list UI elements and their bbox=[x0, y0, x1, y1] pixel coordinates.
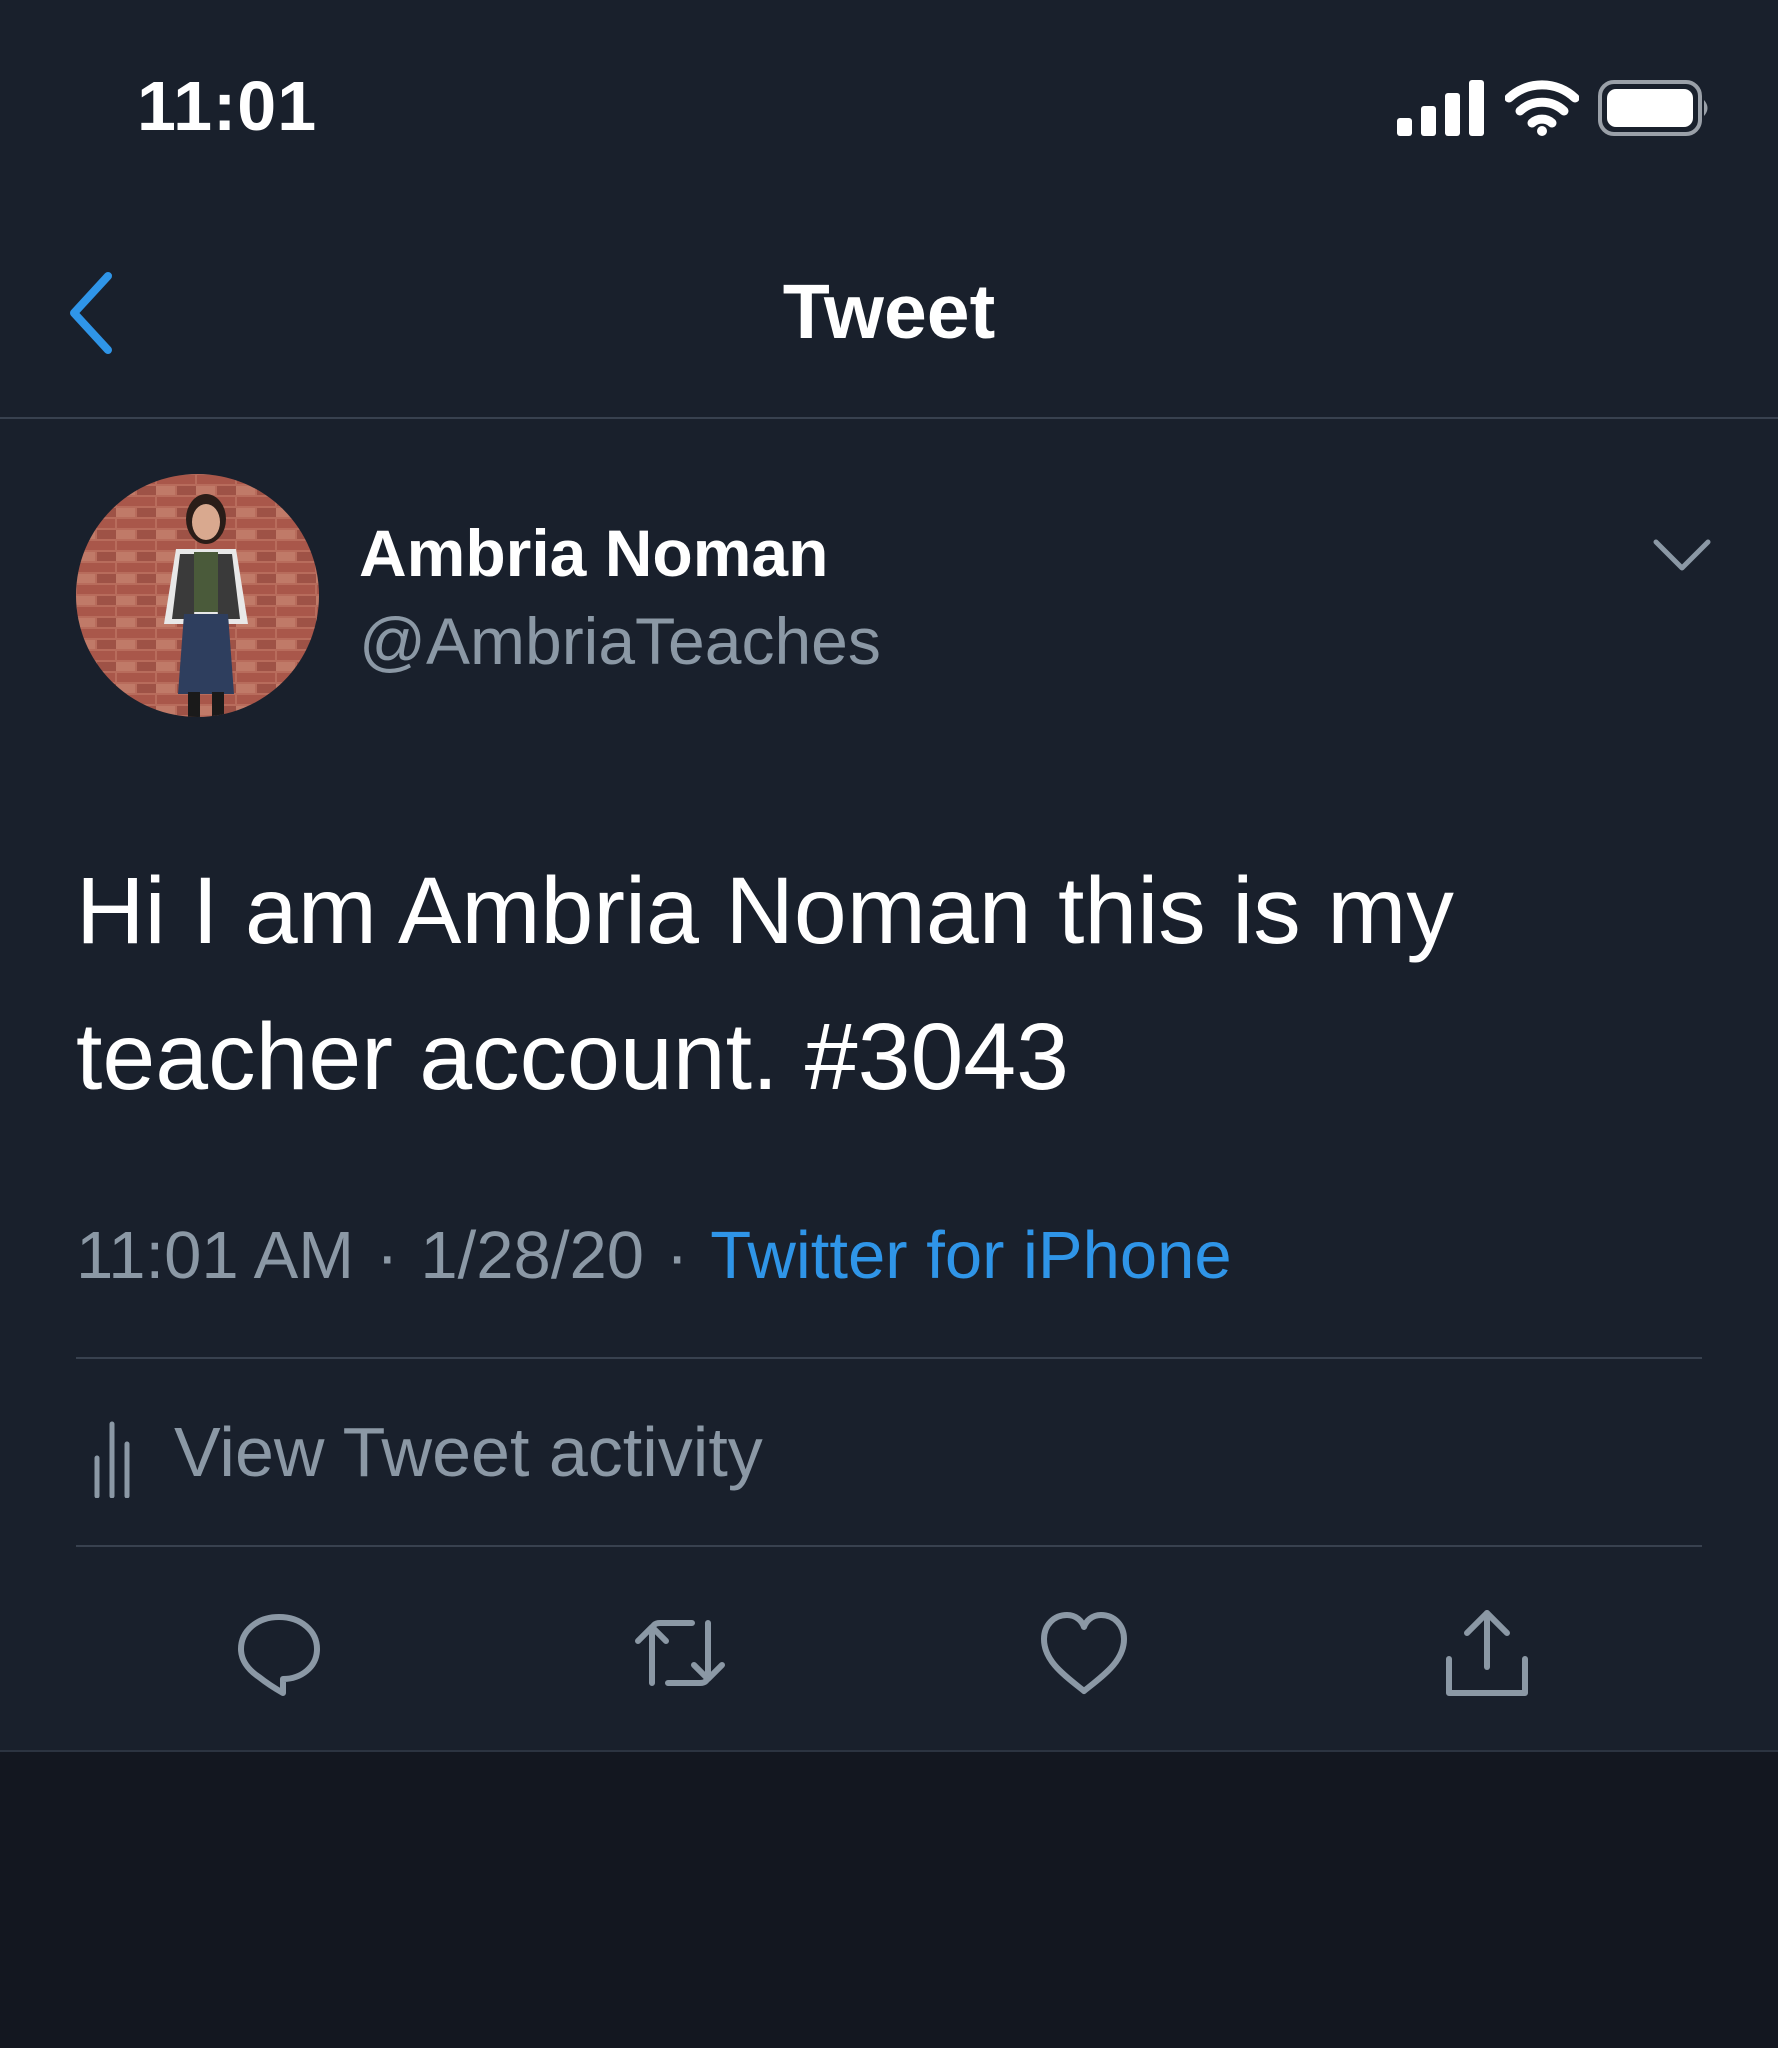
signal-icon bbox=[1397, 80, 1484, 136]
reply-icon bbox=[238, 1614, 320, 1696]
heart-icon bbox=[1041, 1612, 1127, 1694]
tweet-time: 11:01 AM bbox=[76, 1218, 355, 1293]
like-button[interactable] bbox=[1034, 1603, 1134, 1703]
divider bbox=[76, 1545, 1702, 1547]
divider bbox=[0, 417, 1778, 419]
divider bbox=[76, 1357, 1702, 1359]
tweet-meta: 11:01 AM · 1/28/20 · Twitter for iPhone bbox=[76, 1217, 1232, 1294]
status-time: 11:01 bbox=[137, 67, 318, 145]
page-title: Tweet bbox=[782, 269, 996, 355]
author-name[interactable]: Ambria Noman bbox=[359, 515, 828, 591]
profile-photo bbox=[76, 474, 319, 717]
meta-separator: · bbox=[376, 1218, 399, 1293]
tweet-date: 1/28/20 bbox=[420, 1218, 644, 1293]
bar-chart-icon bbox=[94, 1421, 130, 1498]
wifi-icon bbox=[1505, 80, 1579, 136]
empty-area bbox=[0, 1752, 1778, 2048]
retweet-button[interactable] bbox=[630, 1603, 730, 1703]
retweet-icon bbox=[635, 1620, 725, 1686]
tweet-source-link[interactable]: Twitter for iPhone bbox=[710, 1218, 1231, 1293]
chevron-down-icon bbox=[1653, 539, 1711, 571]
meta-separator: · bbox=[665, 1218, 689, 1293]
author-handle[interactable]: @AmbriaTeaches bbox=[359, 603, 881, 679]
avatar[interactable] bbox=[76, 474, 319, 717]
divider bbox=[0, 1750, 1778, 1752]
activity-label: View Tweet activity bbox=[174, 1413, 763, 1491]
view-tweet-activity-button[interactable]: View Tweet activity bbox=[76, 1410, 976, 1510]
reply-button[interactable] bbox=[229, 1603, 329, 1703]
battery-icon bbox=[1598, 80, 1708, 136]
share-button[interactable] bbox=[1437, 1603, 1537, 1703]
tweet-text: Hi I am Ambria Noman this is my teacher … bbox=[76, 858, 1454, 1110]
share-icon bbox=[1446, 1610, 1528, 1696]
tweet-menu-button[interactable] bbox=[1648, 530, 1716, 580]
